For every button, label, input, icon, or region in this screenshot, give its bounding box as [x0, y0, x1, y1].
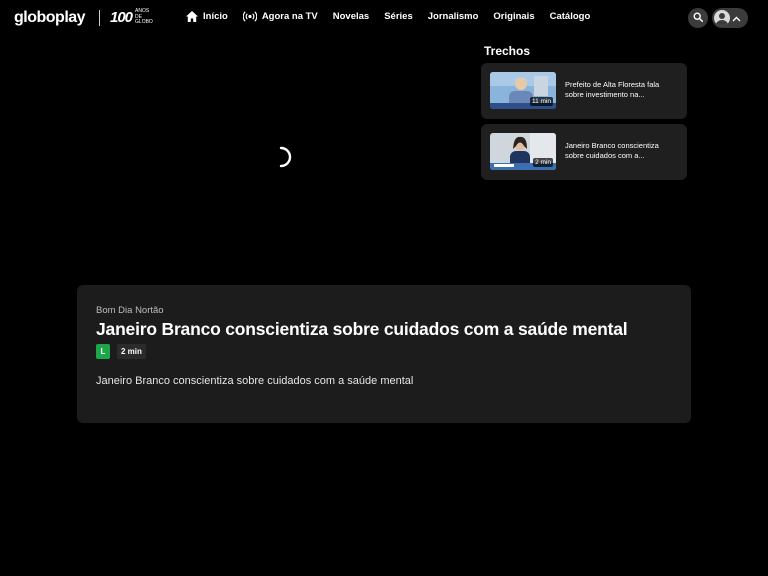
search-button[interactable]	[688, 8, 708, 28]
clip-duration: 11 min	[529, 97, 553, 106]
top-navigation-bar: globoplay 100 anos de globo Início Agora…	[0, 0, 768, 36]
100-anos-badge: 100 anos de globo	[110, 9, 155, 26]
nav-item-jornalismo[interactable]: Jornalismo	[428, 11, 479, 22]
nav-item-series[interactable]: Séries	[384, 11, 413, 22]
clip-card[interactable]: 2 min Janeiro Branco conscientiza sobre …	[481, 124, 687, 180]
nav-item-catalogo[interactable]: Catálogo	[550, 11, 591, 22]
trechos-heading: Trechos	[484, 44, 531, 58]
nav-label: Catálogo	[549, 11, 591, 22]
clip-title: Prefeito de Alta Floresta fala sobre inv…	[565, 80, 660, 99]
clip-duration: 2 min	[533, 158, 553, 167]
chevron-up-icon	[732, 9, 741, 27]
nav-label: Agora na TV	[261, 11, 318, 22]
logo-divider	[99, 10, 100, 26]
nav-item-originais[interactable]: Originais	[493, 11, 534, 22]
clip-thumbnail: 2 min	[490, 133, 556, 170]
nav-item-agora-na-tv[interactable]: Agora na TV	[242, 11, 318, 22]
live-broadcast-icon	[242, 11, 257, 22]
video-description: Janeiro Branco conscientiza sobre cuidad…	[96, 375, 414, 387]
clip-thumbnail: 11 min	[490, 72, 556, 109]
clip-card[interactable]: 11 min Prefeito de Alta Floresta fala so…	[481, 63, 687, 119]
nav-label: Início	[203, 11, 228, 22]
nav-label: Jornalismo	[427, 11, 479, 22]
loading-spinner-icon	[277, 146, 293, 173]
duration-badge: 2 min	[117, 344, 146, 359]
video-title: Janeiro Branco conscientiza sobre cuidad…	[96, 319, 628, 339]
home-icon	[186, 11, 198, 22]
video-info-card: Bom Dia Nortão Janeiro Branco conscienti…	[77, 285, 691, 423]
clip-title: Janeiro Branco conscientiza sobre cuidad…	[565, 141, 659, 160]
badge-number: 100	[110, 9, 133, 26]
badge-text: anos de globo	[135, 8, 153, 26]
user-menu-button[interactable]	[712, 8, 748, 28]
video-player[interactable]	[77, 46, 481, 272]
nav-item-inicio[interactable]: Início	[186, 11, 228, 22]
main-nav: Início Agora na TV Novelas Séries Jornal…	[186, 11, 605, 22]
search-icon	[693, 9, 703, 27]
nav-item-novelas[interactable]: Novelas	[333, 11, 369, 22]
nav-label: Novelas	[332, 11, 370, 22]
age-rating-badge: L	[96, 344, 110, 359]
nav-label: Originais	[493, 11, 535, 22]
program-name[interactable]: Bom Dia Nortão	[96, 305, 164, 316]
avatar	[714, 10, 730, 26]
globoplay-logo[interactable]: globoplay	[14, 9, 86, 27]
nav-label: Séries	[384, 11, 413, 22]
